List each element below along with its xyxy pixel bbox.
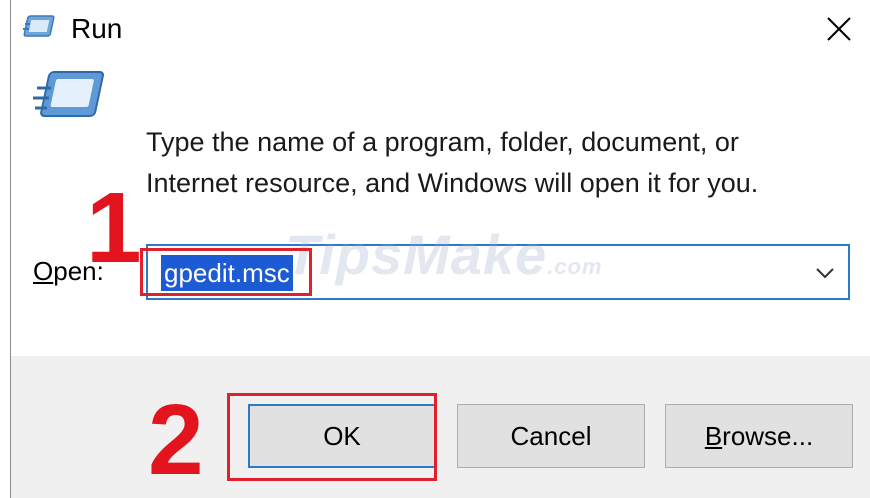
open-label-mnemonic: O xyxy=(33,256,54,286)
description-line-2: Internet resource, and Windows will open… xyxy=(146,168,759,198)
close-icon xyxy=(827,17,851,41)
run-app-icon xyxy=(23,15,55,37)
open-input-value[interactable]: gpedit.msc xyxy=(161,255,293,291)
cancel-button[interactable]: Cancel xyxy=(457,404,645,468)
chevron-down-icon[interactable] xyxy=(812,260,838,286)
title-bar[interactable]: Run xyxy=(11,0,870,60)
step-2-marker: 2 xyxy=(148,384,204,496)
browse-mnemonic: B xyxy=(704,420,723,451)
window-title: Run xyxy=(71,13,123,44)
description-line-1: Type the name of a program, folder, docu… xyxy=(146,127,739,157)
browse-button[interactable]: Browse... xyxy=(665,404,853,468)
cancel-label: Cancel xyxy=(510,420,592,451)
ok-button[interactable]: OK xyxy=(248,404,436,468)
run-large-icon xyxy=(33,71,104,117)
open-combobox[interactable]: gpedit.msc xyxy=(146,244,850,300)
step-1-marker: 1 xyxy=(86,172,142,284)
close-button[interactable] xyxy=(814,6,864,52)
ok-label: OK xyxy=(323,420,361,451)
browse-label: rowse... xyxy=(722,420,814,451)
dialog-description: Type the name of a program, folder, docu… xyxy=(146,122,846,204)
